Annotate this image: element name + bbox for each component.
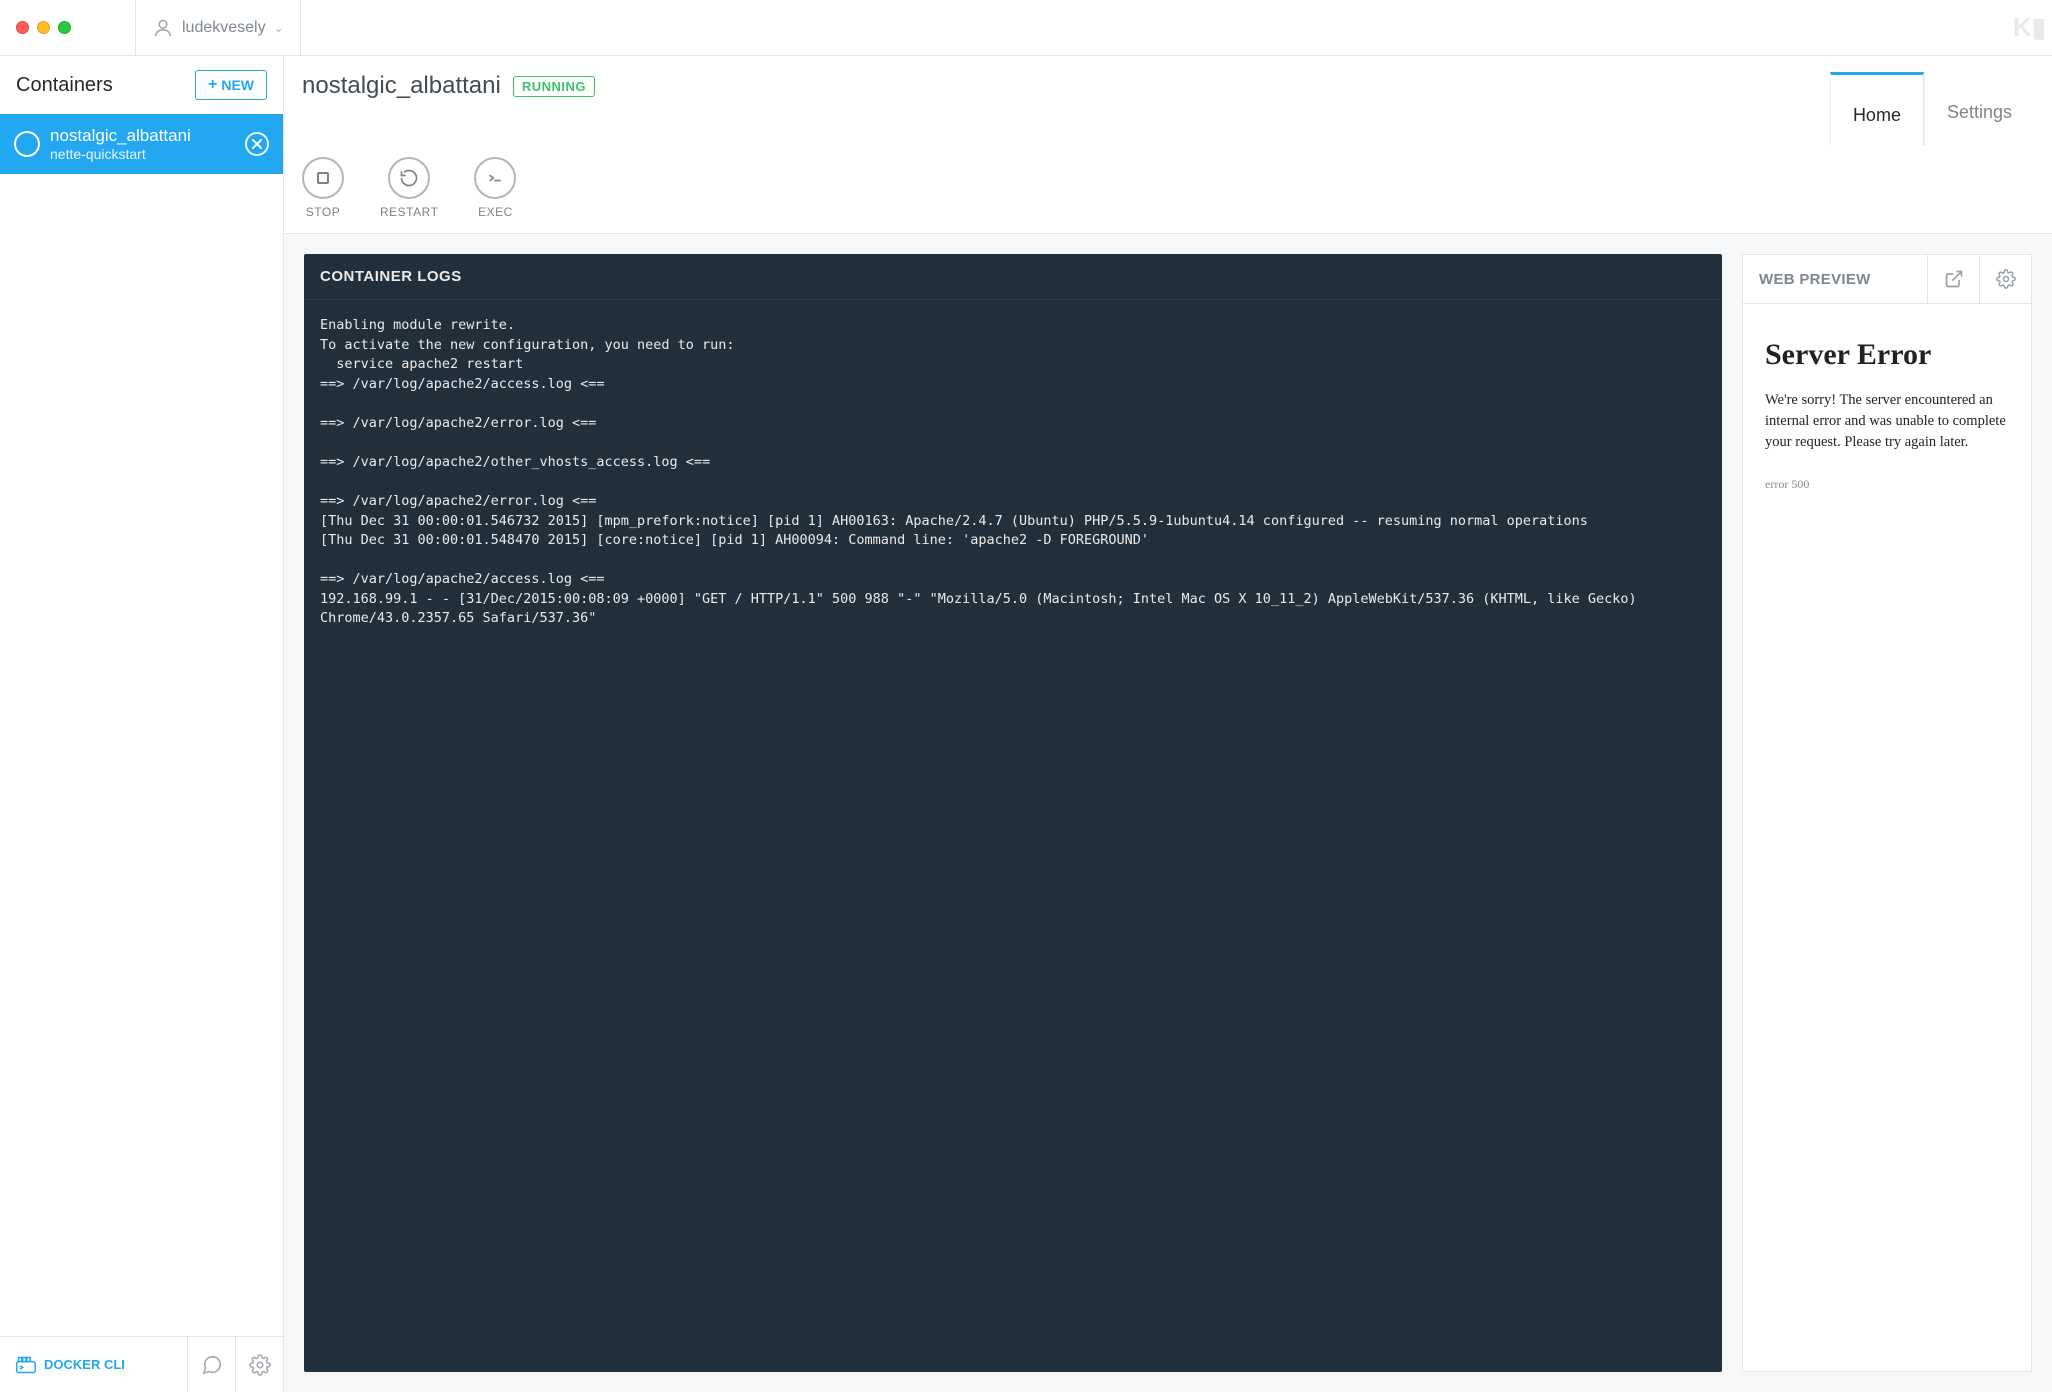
container-logs-body[interactable]: Enabling module rewrite. To activate the… — [304, 300, 1722, 1372]
sidebar-item-container[interactable]: nostalgic_albattani nette-quickstart — [0, 114, 283, 174]
container-item-sub: nette-quickstart — [50, 146, 235, 162]
user-menu[interactable]: ludekvesely ⌄ — [135, 0, 301, 55]
terminal-icon — [16, 1356, 36, 1374]
web-preview-title: WEB PREVIEW — [1743, 257, 1927, 302]
user-name: ludekvesely — [182, 19, 266, 37]
remove-container-button[interactable] — [245, 132, 269, 156]
container-item-name: nostalgic_albattani — [50, 126, 235, 146]
preview-settings-button[interactable] — [1979, 255, 2031, 303]
chevron-down-icon: ⌄ — [274, 21, 284, 35]
preview-error-code: error 500 — [1765, 477, 1809, 491]
new-container-label: NEW — [221, 77, 254, 93]
container-logs-panel: CONTAINER LOGS Enabling module rewrite. … — [304, 254, 1722, 1372]
docker-cli-button[interactable]: DOCKER CLI — [0, 1337, 141, 1392]
open-external-icon — [1944, 269, 1964, 289]
stop-label: STOP — [306, 205, 340, 219]
restart-label: RESTART — [380, 205, 438, 219]
titlebar: ludekvesely ⌄ K▮ — [0, 0, 2052, 56]
restart-button[interactable]: RESTART — [380, 157, 438, 219]
container-logs-title: CONTAINER LOGS — [304, 254, 1722, 300]
docker-cli-label: DOCKER CLI — [44, 1357, 125, 1372]
exec-button[interactable]: EXEC — [474, 157, 516, 219]
preview-heading: Server Error — [1765, 338, 2009, 372]
tab-home[interactable]: Home — [1830, 72, 1924, 146]
chat-icon — [201, 1354, 223, 1376]
sidebar: Containers + NEW nostalgic_albattani net… — [0, 56, 284, 1392]
user-icon — [152, 17, 174, 39]
gear-icon — [249, 1354, 271, 1376]
close-icon — [251, 138, 263, 150]
window-minimize-button[interactable] — [37, 21, 50, 34]
stop-button[interactable]: STOP — [302, 157, 344, 219]
web-preview-panel: WEB PREVIEW Server Error We're sorry! Th… — [1742, 254, 2032, 1372]
window-maximize-button[interactable] — [58, 21, 71, 34]
status-badge: RUNNING — [513, 76, 595, 97]
restart-icon — [399, 168, 419, 188]
exec-icon — [485, 168, 505, 188]
preview-message: We're sorry! The server encountered an i… — [1765, 390, 2009, 453]
new-container-button[interactable]: + NEW — [195, 70, 267, 100]
web-preview-body[interactable]: Server Error We're sorry! The server enc… — [1743, 304, 2031, 1371]
stop-icon — [315, 170, 331, 186]
sidebar-title: Containers — [16, 74, 113, 97]
container-status-ring-icon — [14, 131, 40, 157]
exec-label: EXEC — [478, 205, 513, 219]
feedback-button[interactable] — [187, 1337, 235, 1392]
settings-button[interactable] — [235, 1337, 283, 1392]
brand-kitematic-icon: K▮ — [2013, 12, 2052, 43]
window-controls — [0, 21, 87, 34]
container-title: nostalgic_albattani — [302, 72, 501, 100]
content-header: nostalgic_albattani RUNNING Home Setting… — [284, 56, 2052, 234]
open-external-button[interactable] — [1927, 255, 1979, 303]
tab-settings[interactable]: Settings — [1924, 72, 2034, 145]
window-close-button[interactable] — [16, 21, 29, 34]
gear-icon — [1996, 269, 2016, 289]
plus-icon: + — [208, 77, 217, 93]
